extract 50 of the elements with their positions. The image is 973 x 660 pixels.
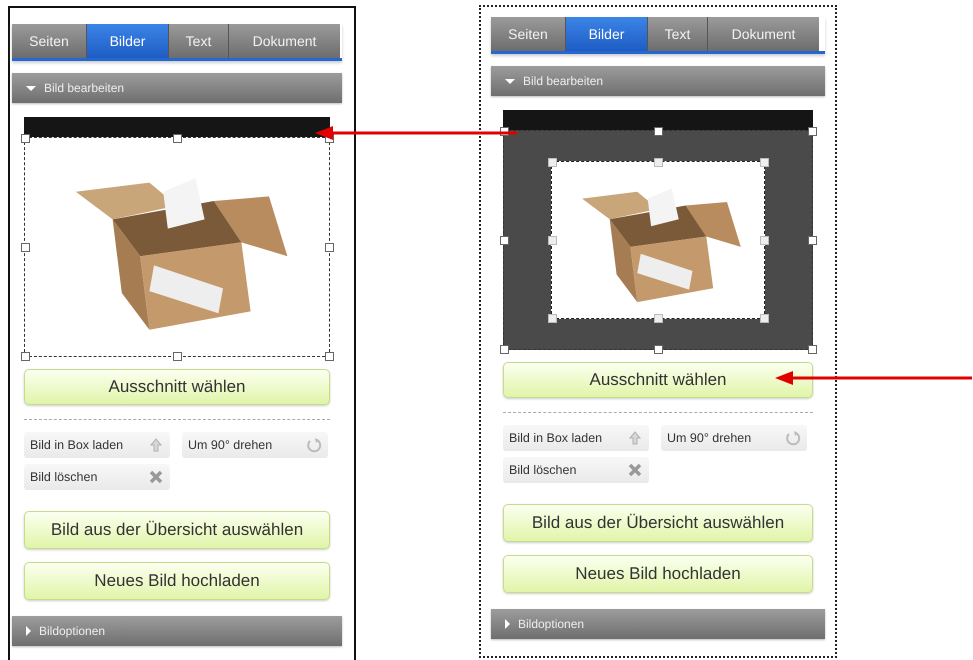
crop-handle[interactable]: [173, 134, 182, 143]
crop-handle[interactable]: [548, 158, 557, 167]
crop-handle[interactable]: [654, 158, 663, 167]
tool-button[interactable]: Bild in Box laden: [503, 425, 649, 451]
tool-button[interactable]: Bild löschen: [24, 464, 170, 490]
crop-handle[interactable]: [21, 134, 30, 143]
crop-handle[interactable]: [500, 236, 509, 245]
crop-handle[interactable]: [548, 314, 557, 323]
rotate-icon: [306, 437, 322, 453]
tool-button[interactable]: Um 90° drehen: [661, 425, 807, 451]
action-button[interactable]: Neues Bild hochladen: [503, 555, 813, 593]
crop-handle[interactable]: [325, 243, 334, 252]
crop-handle[interactable]: [808, 127, 817, 136]
tool-button[interactable]: Bild löschen: [503, 457, 649, 483]
section-title: Bild bearbeiten: [44, 81, 124, 95]
tab[interactable]: Bilder: [566, 17, 648, 51]
caret-icon: [26, 626, 31, 636]
crop-handle[interactable]: [548, 236, 557, 245]
crop-handle[interactable]: [808, 345, 817, 354]
crop-handle[interactable]: [760, 314, 769, 323]
arrow-up-icon: [148, 437, 164, 453]
crop-handle[interactable]: [654, 314, 663, 323]
crop-handle[interactable]: [760, 236, 769, 245]
crop-handle[interactable]: [325, 352, 334, 361]
action-button[interactable]: Bild aus der Übersicht auswählen: [503, 504, 813, 542]
crop-handle[interactable]: [500, 345, 509, 354]
crop-handle[interactable]: [760, 158, 769, 167]
tool-button[interactable]: Um 90° drehen: [182, 432, 328, 458]
section-title: Bildoptionen: [518, 617, 584, 631]
arrow-up-icon: [627, 430, 643, 446]
crop-handle[interactable]: [21, 352, 30, 361]
close-icon: [148, 469, 164, 485]
crop-handle[interactable]: [21, 243, 30, 252]
caret-icon: [505, 78, 515, 84]
section-title: Bildoptionen: [39, 624, 106, 638]
crop-button[interactable]: Ausschnitt wählen: [24, 369, 330, 405]
tab[interactable]: Bilder: [87, 24, 169, 58]
section-title: Bild bearbeiten: [523, 74, 604, 88]
action-button[interactable]: Neues Bild hochladen: [24, 562, 330, 600]
crop-handle[interactable]: [173, 352, 182, 361]
tool-button[interactable]: Bild in Box laden: [24, 432, 170, 458]
caret-icon: [505, 619, 510, 629]
caret-icon: [26, 86, 36, 90]
crop-handle[interactable]: [654, 127, 663, 136]
action-button[interactable]: Bild aus der Übersicht auswählen: [24, 511, 330, 549]
crop-button[interactable]: Ausschnitt wählen: [503, 362, 813, 398]
close-icon: [627, 462, 643, 478]
rotate-icon: [785, 430, 801, 446]
crop-handle[interactable]: [808, 236, 817, 245]
crop-handle[interactable]: [654, 345, 663, 354]
